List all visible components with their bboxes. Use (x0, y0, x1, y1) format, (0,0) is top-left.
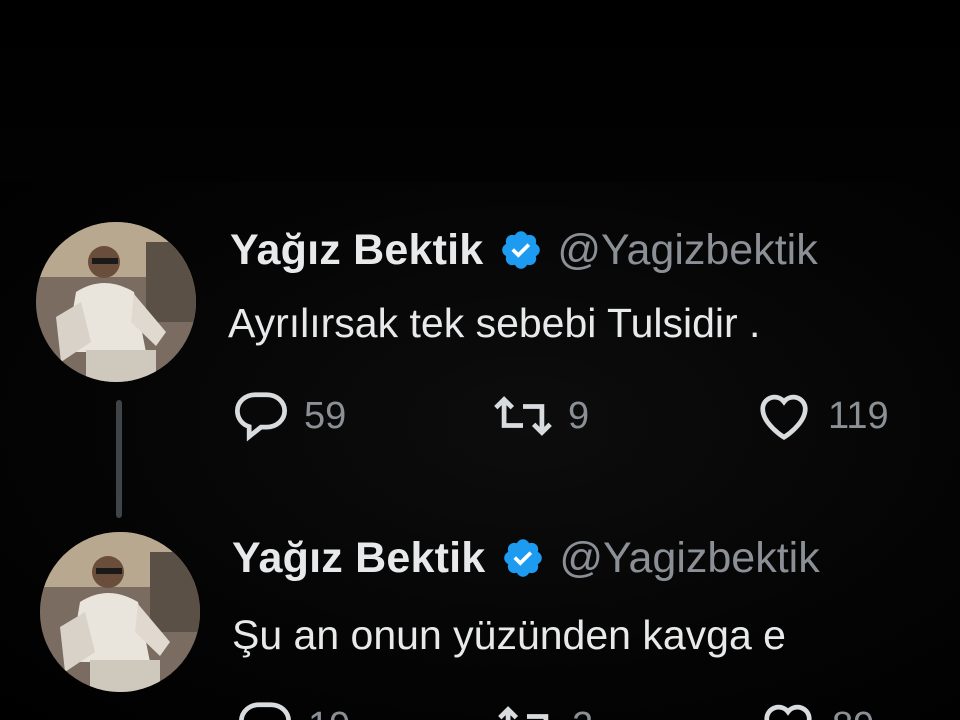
reply-button[interactable]: 19 (236, 700, 496, 720)
verified-badge-icon (504, 539, 543, 577)
like-button[interactable]: 119 (754, 390, 954, 442)
top-dark-area (0, 0, 960, 182)
tweet-text: Şu an onun yüzünden kavga e (232, 612, 786, 658)
tweet-text: Ayrılırsak tek sebebi Tulsidir . (228, 300, 761, 346)
like-button[interactable]: 89 (758, 700, 958, 720)
retweet-count: 2 (572, 705, 593, 720)
retweet-button[interactable]: 9 (492, 390, 754, 442)
retweet-icon (498, 706, 549, 720)
tweet-header: Yağız Bektik @Yagizbektik (232, 530, 820, 586)
avatar[interactable] (40, 532, 200, 692)
reply-count: 59 (304, 394, 347, 437)
heart-icon (764, 704, 812, 720)
retweet-count: 9 (568, 394, 590, 437)
user-handle[interactable]: @Yagizbektik (557, 226, 817, 275)
avatar-photo-icon (40, 532, 200, 692)
avatar-photo-icon (36, 222, 196, 382)
reply-icon (234, 392, 288, 442)
tweet-actions: 19 2 89 (236, 700, 958, 720)
display-name[interactable]: Yağız Bektik (230, 226, 483, 275)
like-count: 89 (832, 705, 874, 720)
tweet-actions: 59 9 119 (232, 390, 954, 442)
verified-badge-icon (502, 231, 541, 269)
reply-button[interactable]: 59 (232, 390, 492, 442)
thread-connector-line (116, 400, 122, 518)
reply-count: 19 (308, 705, 350, 720)
retweet-icon (494, 396, 552, 436)
tweet-header: Yağız Bektik @Yagizbektik (230, 222, 818, 278)
like-count: 119 (828, 394, 889, 437)
display-name[interactable]: Yağız Bektik (232, 534, 485, 583)
heart-icon (760, 394, 808, 441)
reply-icon (239, 702, 291, 720)
avatar[interactable] (36, 222, 196, 382)
retweet-button[interactable]: 2 (496, 700, 758, 720)
user-handle[interactable]: @Yagizbektik (559, 534, 819, 583)
